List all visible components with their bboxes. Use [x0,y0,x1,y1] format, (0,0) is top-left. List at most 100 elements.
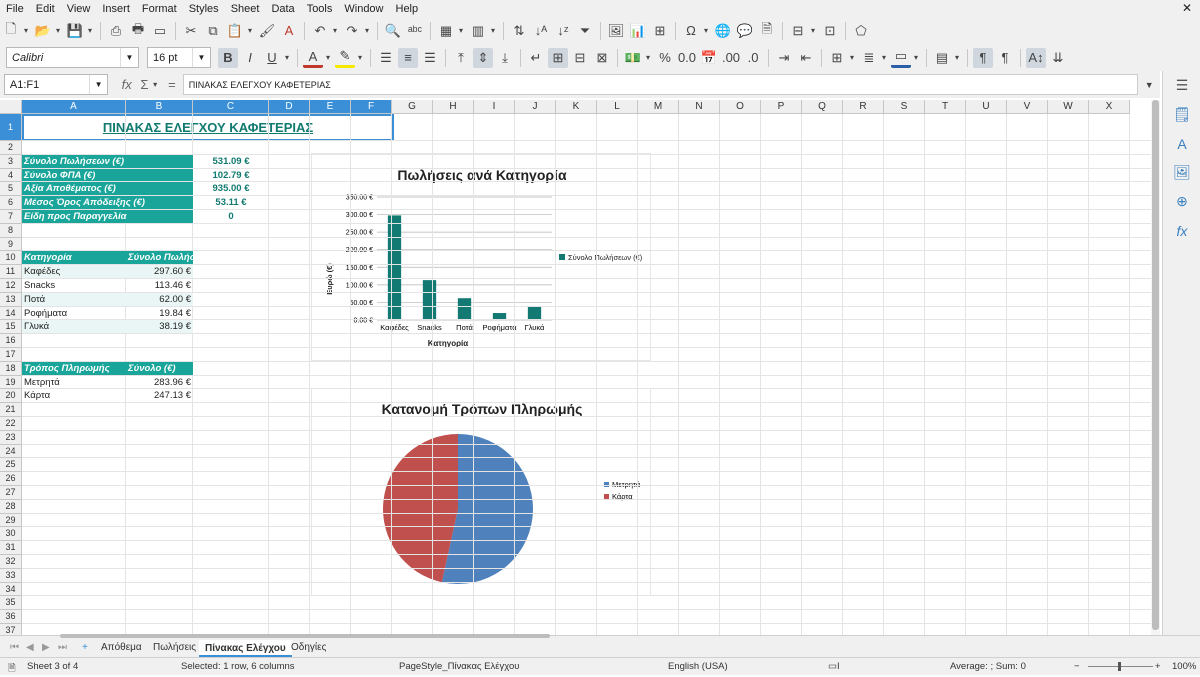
row-dropdown[interactable]: ▾ [456,21,466,41]
add-decimal-icon[interactable]: .00 [721,48,741,68]
paste-icon[interactable]: 📋 [225,21,245,41]
cat-table-header[interactable]: Σύνολο Πωλήσ [126,251,193,265]
row-header-7[interactable]: 7 [0,210,22,224]
pay-table-cell[interactable]: 247.13 € [126,389,193,402]
row-header-18[interactable]: 18 [0,361,22,376]
column-header-m[interactable]: M [638,100,679,114]
column-header-r[interactable]: R [843,100,884,114]
row-header-16[interactable]: 16 [0,334,22,348]
column-header-a[interactable]: A [22,100,126,114]
row-header-32[interactable]: 32 [0,555,22,569]
row-header-8[interactable]: 8 [0,223,22,238]
wrap-text-icon[interactable]: ↵ [526,48,546,68]
row-header-28[interactable]: 28 [0,499,22,514]
column-header-q[interactable]: Q [802,100,843,114]
hyperlink-icon[interactable]: 🌐 [713,21,733,41]
vertical-text-icon[interactable]: ⇊ [1048,48,1068,68]
column-header-x[interactable]: X [1089,100,1130,114]
expand-formula-bar-icon[interactable]: ▼ [1139,75,1159,95]
cat-table-cell[interactable]: 38.19 € [126,320,193,334]
redo-icon[interactable]: ↷ [342,21,362,41]
column-header-h[interactable]: H [433,100,474,114]
vertical-scrollbar[interactable] [1151,100,1160,635]
row-header-5[interactable]: 5 [0,182,22,197]
define-print-area-icon[interactable]: ⊟ [788,21,808,41]
kpi-label[interactable]: Σύνολο ΦΠΑ (€) [22,168,193,182]
row-header-17[interactable]: 17 [0,348,22,362]
row-header-25[interactable]: 25 [0,458,22,473]
column-header-j[interactable]: J [515,100,556,114]
merge-center-icon[interactable]: ⊞ [548,47,568,68]
undo-dropdown[interactable]: ▾ [330,21,340,41]
new-icon[interactable]: 🗋 [1,21,21,41]
clone-formatting-icon[interactable]: 🖌 [257,21,277,41]
align-left-icon[interactable]: ☰ [376,48,396,68]
row-header-13[interactable]: 13 [0,292,22,307]
sheet-tab-apothema[interactable]: Απόθεμα [95,642,148,653]
row-header-15[interactable]: 15 [0,320,22,335]
menu-help[interactable]: Help [396,3,419,15]
save-icon[interactable]: 💾 [65,21,85,41]
pay-table-cell[interactable]: Κάρτα [22,389,126,402]
conditional-format-icon[interactable]: ▤ [932,48,952,68]
pay-table-cell[interactable]: 283.96 € [126,376,193,389]
special-character-icon[interactable]: Ω [681,21,701,41]
sort-ascending-icon[interactable]: ↓ᴬ [531,21,551,41]
menu-file[interactable]: File [6,3,24,15]
align-bottom-icon[interactable]: ⤓ [495,48,515,68]
row-header-10[interactable]: 10 [0,251,22,266]
function-wizard-icon[interactable]: fx [117,75,137,95]
pay-table-header[interactable]: Τρόπος Πληρωμής [22,361,126,375]
pie-chart[interactable]: Κατανομή Τρόπων Πληρωμής ΜετρητάΚάρτα [311,388,651,596]
select-all-corner[interactable] [0,100,22,114]
decrease-indent-icon[interactable]: ⇤ [796,48,816,68]
spreadsheet-grid[interactable]: ΠΙΝΑΚΑΣ ΕΛΕΓΧΟΥ ΚΑΦΕΤΕΡΙΑΣ Πωλήσεις ανά … [0,100,1160,635]
paste-dropdown[interactable]: ▾ [245,21,255,41]
row-header-27[interactable]: 27 [0,486,22,500]
formula-icon[interactable]: = [162,75,182,95]
right-to-left-icon[interactable]: ¶ [995,48,1015,68]
font-color-dropdown[interactable]: ▾ [323,48,333,68]
styles-icon[interactable]: A [1163,129,1200,158]
cat-table-cell[interactable]: 19.84 € [126,307,193,320]
draw-functions-icon[interactable]: ⬠ [851,21,871,41]
kpi-label[interactable]: Είδη προς Παραγγελία [22,210,193,223]
column-header-f[interactable]: F [351,100,392,114]
column-header-k[interactable]: K [556,100,597,114]
formula-input[interactable]: ΠΙΝΑΚΑΣ ΕΛΕΓΧΟΥ ΚΑΦΕΤΕΡΙΑΣ [182,74,1139,95]
functions-icon[interactable]: fx [1163,216,1200,245]
selection-mode-icon[interactable]: ▭I [828,661,840,672]
cat-table-cell[interactable]: 297.60 € [126,265,193,278]
sum-icon[interactable]: Σ [139,75,151,95]
vertical-scroll-thumb[interactable] [1152,100,1159,630]
row-header-35[interactable]: 35 [0,596,22,611]
pay-table-header[interactable]: Σύνολο (€) [126,361,193,375]
delete-decimal-icon[interactable]: .0 [743,48,763,68]
column-dropdown[interactable]: ▾ [488,21,498,41]
row-header-2[interactable]: 2 [0,141,22,155]
column-header-u[interactable]: U [966,100,1007,114]
copy-icon[interactable]: ⧉ [203,21,223,41]
column-header-l[interactable]: L [597,100,638,114]
column-header-w[interactable]: W [1048,100,1089,114]
menu-format[interactable]: Format [142,3,177,15]
row-header-33[interactable]: 33 [0,568,22,583]
cat-table-cell[interactable]: 62.00 € [126,292,193,306]
font-name-dropdown-icon[interactable]: ▼ [120,48,138,67]
italic-icon[interactable]: I [240,48,260,68]
kpi-value[interactable]: 531.09 € [193,155,269,168]
freeze-rows-columns-icon[interactable]: ⊡ [820,21,840,41]
clear-formatting-icon[interactable]: A [279,21,299,41]
currency-dropdown[interactable]: ▾ [643,48,653,68]
row-header-21[interactable]: 21 [0,403,22,417]
row-header-34[interactable]: 34 [0,582,22,597]
row-header-23[interactable]: 23 [0,430,22,445]
cat-table-cell[interactable]: Ποτά [22,292,126,306]
conditional-dropdown[interactable]: ▾ [952,48,962,68]
column-header-b[interactable]: B [126,100,193,114]
menu-data[interactable]: Data [271,3,294,15]
sheet-tab-pinakas-elegxou[interactable]: Πίνακας Ελέγχου [199,640,292,657]
font-name-box[interactable]: Calibri ▼ [6,47,139,68]
row-header-4[interactable]: 4 [0,168,22,183]
sheet-tab-poliseis[interactable]: Πωλήσεις [147,642,202,653]
